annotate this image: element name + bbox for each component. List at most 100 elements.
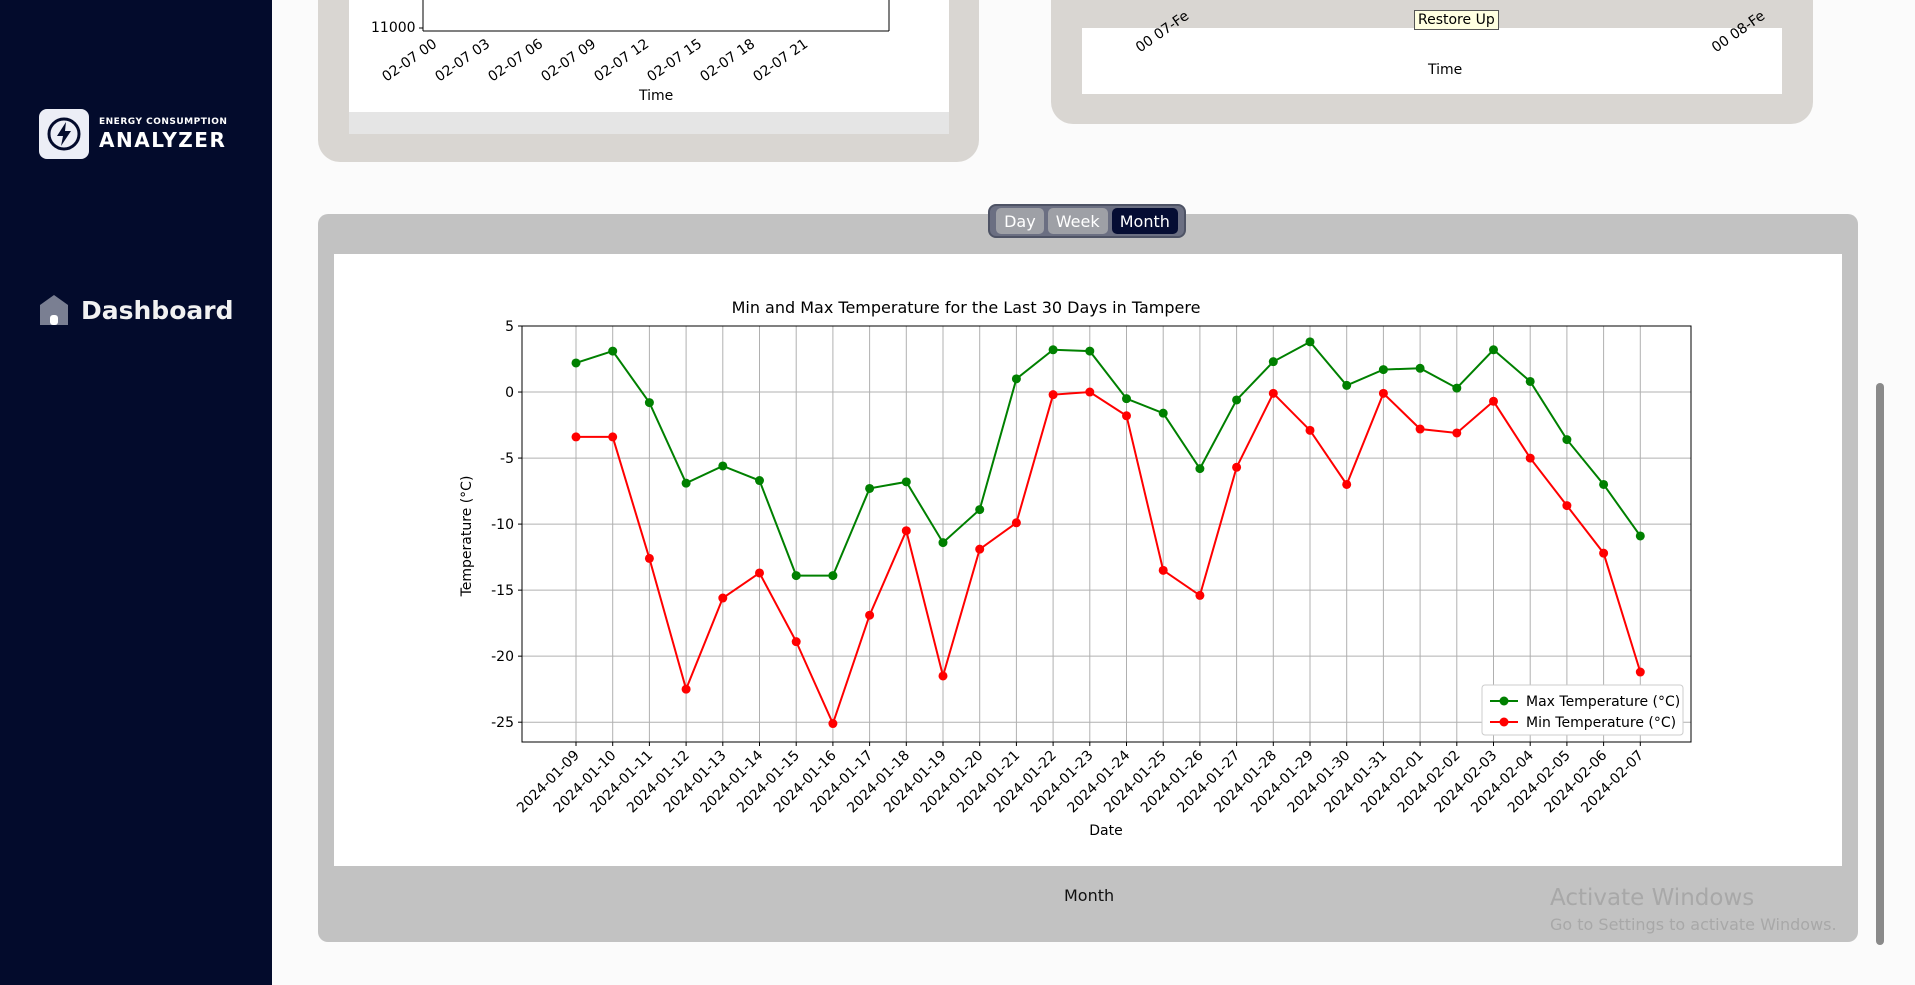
legend-label: Min Temperature (°C) xyxy=(1526,715,1676,731)
data-point xyxy=(644,398,654,408)
data-point xyxy=(975,544,985,554)
data-point xyxy=(1048,390,1058,400)
legend-swatch-marker xyxy=(1499,717,1509,727)
range-selector: Day Week Month xyxy=(988,204,1186,238)
data-point xyxy=(1452,428,1462,438)
data-point xyxy=(1085,387,1095,397)
data-point xyxy=(791,571,801,581)
legend-swatch-marker xyxy=(1499,696,1509,706)
data-point xyxy=(1268,388,1278,398)
home-icon xyxy=(40,295,68,325)
data-point xyxy=(1525,376,1535,386)
plot-frame xyxy=(521,325,1692,743)
data-point xyxy=(828,719,838,729)
data-point xyxy=(1232,395,1242,405)
data-point xyxy=(608,432,618,442)
legend-label: Max Temperature (°C) xyxy=(1526,694,1680,710)
data-point xyxy=(1158,408,1168,418)
data-point xyxy=(1489,345,1498,355)
x-axis-label: Time xyxy=(1428,62,1463,78)
data-point xyxy=(1562,435,1572,445)
sidebar: ENERGY CONSUMPTION ANALYZER Dashboard xyxy=(0,0,272,985)
data-point xyxy=(828,571,838,581)
lightning-icon xyxy=(39,109,89,159)
data-point xyxy=(644,553,654,563)
y-tick-label: -10 xyxy=(491,517,514,533)
data-point xyxy=(1085,346,1095,356)
data-point xyxy=(1489,396,1498,406)
data-point xyxy=(1415,363,1425,373)
data-point xyxy=(1122,394,1131,404)
chart-title: Min and Max Temperature for the Last 30 … xyxy=(732,298,1201,317)
data-point xyxy=(1599,479,1609,489)
data-point xyxy=(718,461,728,471)
series-line xyxy=(576,391,1642,727)
app-logo: ENERGY CONSUMPTION ANALYZER xyxy=(39,109,227,159)
data-point xyxy=(1525,453,1535,463)
data-point xyxy=(755,476,764,486)
data-point xyxy=(681,478,691,488)
y-tick-label: 11000 xyxy=(371,20,416,36)
data-point xyxy=(1635,667,1645,677)
y-tick-label: 5 xyxy=(505,319,514,335)
windows-watermark: Activate Windows Go to Settings to activ… xyxy=(1550,885,1837,934)
data-point xyxy=(1195,464,1205,474)
series-line xyxy=(575,340,1642,577)
data-point xyxy=(1342,380,1352,390)
data-point xyxy=(791,637,801,647)
data-point xyxy=(571,432,581,442)
data-point xyxy=(755,568,764,578)
data-point xyxy=(1011,374,1021,384)
data-point xyxy=(608,346,618,356)
data-point xyxy=(938,538,948,548)
temperature-chart: Min and Max Temperature for the Last 30 … xyxy=(334,254,1842,866)
chart-legend: Max Temperature (°C) Min Temperature (°C) xyxy=(1481,684,1684,736)
hourly-chart-plot: 11000 02-07 00 02-07 03 02-07 06 02-07 09 02… xyxy=(349,0,949,112)
data-point xyxy=(718,593,728,603)
data-point xyxy=(1048,345,1058,355)
data-point xyxy=(1562,501,1572,511)
range-day-button[interactable]: Day xyxy=(996,208,1044,234)
x-axis-label: Time xyxy=(639,88,674,104)
data-point xyxy=(1599,548,1609,558)
y-tick-label: -20 xyxy=(491,649,514,665)
scrollbar-thumb[interactable] xyxy=(1876,383,1884,945)
sidebar-item-dashboard[interactable]: Dashboard xyxy=(39,294,233,326)
data-point xyxy=(1378,388,1388,398)
data-point xyxy=(681,684,691,694)
range-month-button[interactable]: Month xyxy=(1111,208,1178,234)
range-footer-label: Month xyxy=(1064,886,1115,905)
range-week-button[interactable]: Week xyxy=(1047,208,1108,234)
data-point xyxy=(1268,357,1278,367)
data-point xyxy=(1378,365,1388,375)
x-axis-label: Date xyxy=(1089,823,1122,839)
data-point xyxy=(901,526,911,536)
data-point xyxy=(1232,462,1242,472)
y-axis-label: Temperature (°C) xyxy=(459,476,475,598)
sidebar-item-label: Dashboard xyxy=(81,295,234,325)
y-tick-label: -5 xyxy=(500,451,514,467)
tooltip: Restore Up xyxy=(1414,10,1499,30)
data-point xyxy=(1415,424,1425,434)
data-point xyxy=(1305,337,1315,347)
data-point xyxy=(1305,425,1315,435)
data-point xyxy=(901,477,911,487)
data-point xyxy=(865,483,875,493)
data-point xyxy=(1452,383,1462,393)
data-point xyxy=(571,358,581,368)
y-tick-label: -15 xyxy=(491,583,514,599)
data-point xyxy=(938,671,948,681)
data-point xyxy=(865,610,875,620)
daily-chart-plot: 00 07-Fe 00 08-Fe Time xyxy=(1082,8,1782,94)
data-point xyxy=(975,505,985,515)
y-tick-label: -25 xyxy=(491,715,514,731)
data-point xyxy=(1122,411,1131,421)
logo-small-text: ENERGY CONSUMPTION xyxy=(99,116,228,127)
y-tick-label: 0 xyxy=(505,385,514,401)
data-point xyxy=(1635,531,1645,541)
temperature-chart-svg: Min and Max Temperature for the Last 30 … xyxy=(459,298,1692,839)
logo-big-text: ANALYZER xyxy=(99,127,227,152)
data-point xyxy=(1011,518,1021,528)
data-point xyxy=(1158,565,1168,575)
data-point xyxy=(1195,590,1205,600)
